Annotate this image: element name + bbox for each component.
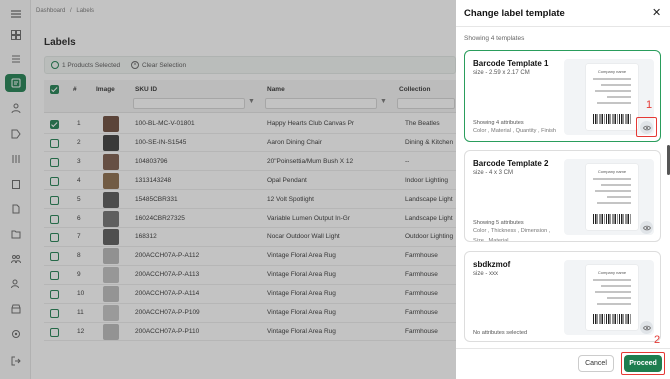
placeholder-line	[607, 196, 631, 198]
company-name-text: Company name	[597, 270, 627, 275]
placeholder-line	[601, 285, 631, 287]
label-preview: Company name	[586, 265, 638, 330]
template-name: Barcode Template 1	[473, 59, 549, 68]
template-card[interactable]: Barcode Template 2 size - 4 x 3 CM Showing…	[464, 150, 661, 242]
placeholder-line	[597, 102, 631, 104]
barcode-graphic	[593, 114, 631, 124]
annotation-box-1	[636, 117, 657, 137]
modal-backdrop[interactable]	[0, 0, 456, 379]
template-size: size - xxx	[473, 271, 499, 277]
placeholder-line	[607, 96, 631, 98]
close-icon[interactable]: ✕	[652, 6, 661, 19]
template-attr-list: Color , Material , Quantity , Finish	[473, 128, 557, 134]
template-size: size - 2.59 x 2.17 CM	[473, 70, 530, 76]
label-preview: Company name	[586, 164, 638, 230]
panel-title: Change label template	[464, 8, 565, 19]
barcode-graphic	[593, 314, 631, 324]
template-card[interactable]: sbdkzmof size - xxx No attributes selected…	[464, 251, 661, 342]
template-attr-list-2: Size , Material	[473, 238, 509, 242]
template-size: size - 4 x 3 CM	[473, 170, 514, 176]
templates-count: Showing 4 templates	[464, 35, 525, 42]
company-name-text: Company name	[597, 169, 627, 174]
barcode-graphic	[593, 214, 631, 224]
eye-icon[interactable]	[640, 221, 653, 234]
annotation-number-1: 1	[646, 99, 653, 111]
placeholder-line	[593, 78, 631, 80]
template-name: Barcode Template 2	[473, 159, 549, 168]
template-name: sbdkzmof	[473, 260, 511, 269]
template-attr-count: No attributes selected	[473, 330, 528, 336]
placeholder-line	[601, 84, 631, 86]
placeholder-line	[607, 297, 631, 299]
panel-divider	[456, 26, 670, 27]
label-preview: Company name	[586, 64, 638, 130]
placeholder-line	[593, 178, 631, 180]
template-attr-list: Color , Thickness , Dimension ,	[473, 228, 551, 234]
change-template-panel: Change label template ✕ Showing 4 templa…	[456, 0, 670, 379]
placeholder-line	[595, 190, 631, 192]
template-card[interactable]: Barcode Template 1 size - 2.59 x 2.17 CM S…	[464, 50, 661, 142]
placeholder-line	[597, 303, 631, 305]
company-name-text: Company name	[597, 69, 627, 74]
eye-icon[interactable]	[640, 321, 653, 334]
annotation-box-2	[621, 352, 665, 375]
cancel-button[interactable]: Cancel	[578, 355, 614, 372]
placeholder-line	[601, 184, 631, 186]
placeholder-line	[593, 279, 631, 281]
annotation-number-2: 2	[654, 334, 661, 346]
placeholder-line	[595, 291, 631, 293]
panel-footer: Cancel Proceed	[456, 348, 670, 379]
placeholder-line	[595, 90, 631, 92]
placeholder-line	[597, 202, 631, 204]
